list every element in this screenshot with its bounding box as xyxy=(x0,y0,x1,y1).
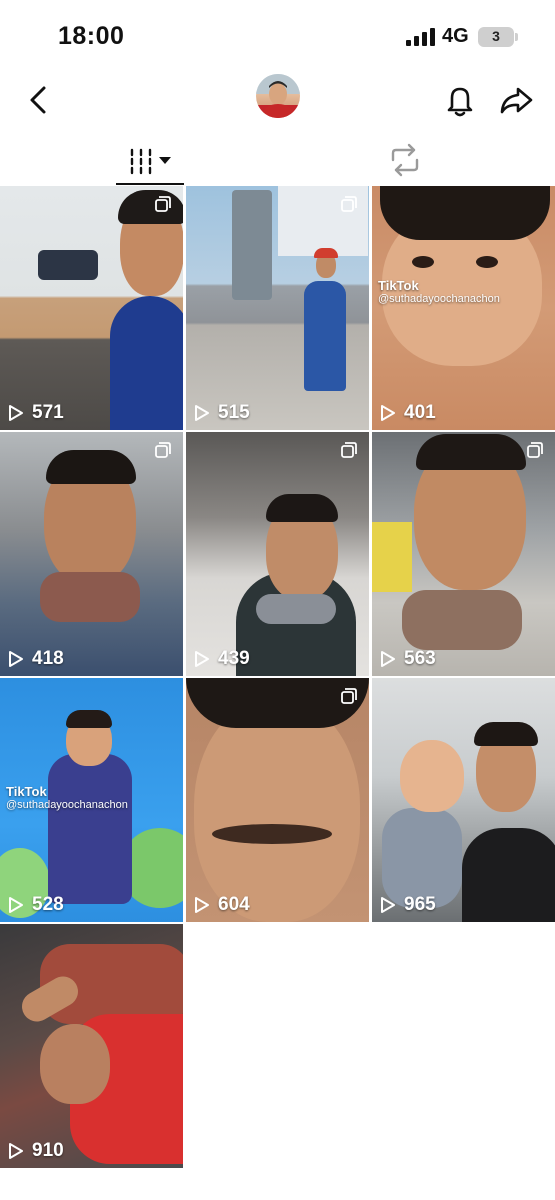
video-thumbnail[interactable]: TikTok @suthadayoochanachon 401 xyxy=(372,186,555,430)
tiktok-watermark: TikTok xyxy=(6,784,47,799)
view-count: 910 xyxy=(32,1140,64,1161)
multi-clip-icon xyxy=(341,196,357,212)
multi-clip-icon xyxy=(527,442,543,458)
status-time: 18:00 xyxy=(58,22,125,50)
video-thumbnail[interactable]: TikTok @suthadayoochanachon 528 xyxy=(0,678,183,922)
watermark-handle: @suthadayoochanachon xyxy=(378,293,500,305)
videos-grid-icon xyxy=(130,148,171,175)
view-count: 965 xyxy=(404,894,436,915)
status-bar: 18:00 4G 3 xyxy=(0,0,555,72)
network-type: 4G xyxy=(442,25,469,47)
video-thumbnail[interactable]: 439 xyxy=(186,432,369,676)
chevron-left-icon xyxy=(30,86,46,114)
play-icon xyxy=(9,1143,23,1159)
share-arrow-icon xyxy=(500,87,533,114)
video-thumbnail[interactable]: 418 xyxy=(0,432,183,676)
battery-icon: 3 xyxy=(478,27,518,47)
video-thumbnail[interactable]: 571 xyxy=(0,186,183,430)
play-icon xyxy=(195,651,209,667)
video-thumbnail[interactable]: 965 xyxy=(372,678,555,922)
play-icon xyxy=(9,897,23,913)
multi-clip-icon xyxy=(155,442,171,458)
view-count: 515 xyxy=(218,402,250,423)
avatar-image xyxy=(256,74,300,118)
view-count: 528 xyxy=(32,894,64,915)
caret-down-icon xyxy=(159,157,171,164)
video-thumbnail[interactable]: 563 xyxy=(372,432,555,676)
multi-clip-icon xyxy=(341,442,357,458)
repost-icon xyxy=(391,143,419,177)
play-icon xyxy=(9,405,23,421)
view-count: 571 xyxy=(32,402,64,423)
avatar[interactable] xyxy=(256,74,300,118)
share-button[interactable] xyxy=(496,80,536,120)
view-count: 418 xyxy=(32,648,64,669)
multi-clip-icon xyxy=(155,196,171,212)
video-thumbnail[interactable]: 604 xyxy=(186,678,369,922)
view-count: 563 xyxy=(404,648,436,669)
play-icon xyxy=(381,651,395,667)
bell-icon xyxy=(447,87,473,117)
tiktok-watermark: TikTok xyxy=(378,278,419,293)
active-tab-indicator xyxy=(116,183,184,185)
tab-videos[interactable] xyxy=(116,140,184,186)
watermark-handle: @suthadayoochanachon xyxy=(6,799,128,811)
view-count: 604 xyxy=(218,894,250,915)
video-thumbnail[interactable]: 910 xyxy=(0,924,183,1168)
view-count: 401 xyxy=(404,402,436,423)
play-icon xyxy=(381,405,395,421)
video-thumbnail[interactable]: 515 xyxy=(186,186,369,430)
view-count: 439 xyxy=(218,648,250,669)
play-icon xyxy=(195,405,209,421)
content-tabs xyxy=(0,136,555,186)
back-button[interactable] xyxy=(22,82,58,118)
play-icon xyxy=(381,897,395,913)
profile-header xyxy=(0,72,555,128)
battery-level: 3 xyxy=(492,28,500,44)
play-icon xyxy=(195,897,209,913)
cellular-signal-icon xyxy=(406,28,436,46)
tab-reposts[interactable] xyxy=(384,140,426,180)
multi-clip-icon xyxy=(341,688,357,704)
play-icon xyxy=(9,651,23,667)
notifications-button[interactable] xyxy=(440,80,480,120)
